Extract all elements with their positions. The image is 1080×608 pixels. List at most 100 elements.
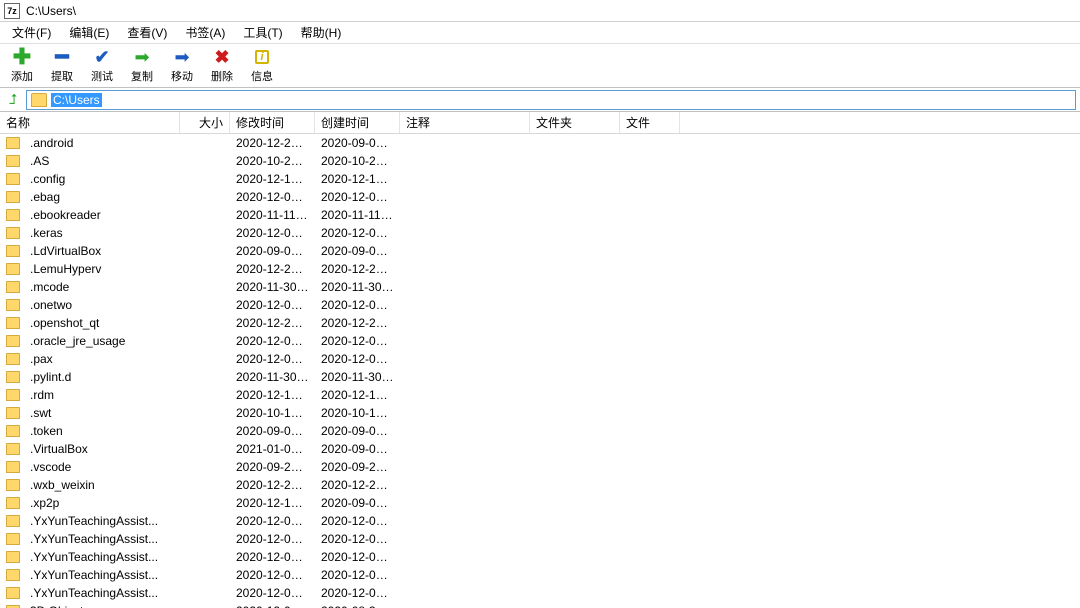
list-item[interactable]: .LdVirtualBox2020-09-02 1...2020-09-02 1… (0, 242, 1080, 260)
list-item[interactable]: .keras2020-12-04 1...2020-12-04 1... (0, 224, 1080, 242)
list-item[interactable]: .oracle_jre_usage2020-12-03 1...2020-12-… (0, 332, 1080, 350)
arrow-right-blue-icon: ➡ (174, 47, 189, 68)
item-name: .wxb_weixin (24, 478, 180, 492)
col-comment[interactable]: 注释 (400, 112, 530, 133)
item-modified: 2020-12-08 1... (230, 298, 315, 312)
add-button[interactable]: ✚ 添加 (8, 47, 36, 84)
toolbar: ✚ 添加 ━ 提取 ✔ 测试 ➡ 复制 ➡ 移动 ✖ 删除 i 信息 (0, 44, 1080, 88)
list-item[interactable]: .openshot_qt2020-12-22 1...2020-12-22 1.… (0, 314, 1080, 332)
folder-icon (6, 137, 20, 149)
list-item[interactable]: .LemuHyperv2020-12-29 1...2020-12-28 1..… (0, 260, 1080, 278)
list-item[interactable]: .vscode2020-09-22 1...2020-09-22 1... (0, 458, 1080, 476)
list-item[interactable]: .YxYunTeachingAssist...2020-12-01 1...20… (0, 530, 1080, 548)
list-item[interactable]: .pylint.d2020-11-30 1...2020-11-30 1... (0, 368, 1080, 386)
item-name: .ebag (24, 190, 180, 204)
col-size[interactable]: 大小 (180, 112, 230, 133)
item-modified: 2020-12-17 1... (230, 172, 315, 186)
item-modified: 2020-12-01 1... (230, 532, 315, 546)
col-folder[interactable]: 文件夹 (530, 112, 620, 133)
folder-icon (6, 461, 20, 473)
item-modified: 2020-10-16 1... (230, 406, 315, 420)
item-name: .swt (24, 406, 180, 420)
list-item[interactable]: .ebag2020-12-03 1...2020-12-03 1... (0, 188, 1080, 206)
col-modified[interactable]: 修改时间 (230, 112, 315, 133)
col-file[interactable]: 文件 (620, 112, 680, 133)
app-icon: 7z (4, 3, 20, 19)
item-name: .mcode (24, 280, 180, 294)
menu-view[interactable]: 查看(V) (119, 22, 175, 43)
item-modified: 2020-11-30 1... (230, 280, 315, 294)
menu-help[interactable]: 帮助(H) (293, 22, 350, 43)
folder-icon (6, 497, 20, 509)
folder-icon (6, 263, 20, 275)
list-item[interactable]: .AS2020-10-27 1...2020-10-27 1... (0, 152, 1080, 170)
path-field[interactable]: C:\Users (26, 90, 1076, 110)
file-list[interactable]: 名称 大小 修改时间 创建时间 注释 文件夹 文件 .android2020-1… (0, 112, 1080, 608)
list-item[interactable]: .YxYunTeachingAssist...2020-12-01 1...20… (0, 584, 1080, 602)
path-text: C:\Users (51, 93, 102, 107)
list-item[interactable]: .config2020-12-17 1...2020-12-17 1... (0, 170, 1080, 188)
item-modified: 2020-11-11 1... (230, 208, 315, 222)
col-name[interactable]: 名称 (0, 112, 180, 133)
list-item[interactable]: .xp2p2020-12-17 0...2020-09-02 1... (0, 494, 1080, 512)
info-label: 信息 (251, 68, 273, 84)
item-created: 2020-09-04 1... (315, 442, 400, 456)
list-item[interactable]: .android2020-12-28 1...2020-09-02 1... (0, 134, 1080, 152)
list-item[interactable]: .YxYunTeachingAssist...2020-12-01 1...20… (0, 566, 1080, 584)
info-button[interactable]: i 信息 (248, 47, 276, 84)
list-item[interactable]: 3D Objects2020-12-09 1...2020-08-31 1... (0, 602, 1080, 608)
item-name: .vscode (24, 460, 180, 474)
item-modified: 2020-12-09 1... (230, 352, 315, 366)
menu-bookmarks[interactable]: 书签(A) (177, 22, 233, 43)
item-modified: 2020-12-03 1... (230, 190, 315, 204)
list-item[interactable]: .token2020-09-08 1...2020-09-08 1... (0, 422, 1080, 440)
menu-tools[interactable]: 工具(T) (235, 22, 290, 43)
up-arrow-icon: ⮥ (9, 91, 17, 108)
item-modified: 2020-12-03 1... (230, 334, 315, 348)
list-item[interactable]: .YxYunTeachingAssist...2020-12-01 1...20… (0, 548, 1080, 566)
item-created: 2020-09-02 1... (315, 244, 400, 258)
folder-icon (6, 173, 20, 185)
plus-icon: ✚ (13, 48, 31, 66)
list-item[interactable]: .pax2020-12-09 1...2020-12-09 1... (0, 350, 1080, 368)
item-created: 2020-10-16 1... (315, 406, 400, 420)
item-name: .VirtualBox (24, 442, 180, 456)
item-created: 2020-12-09 1... (315, 352, 400, 366)
test-button[interactable]: ✔ 测试 (88, 47, 116, 84)
item-name: .YxYunTeachingAssist... (24, 514, 180, 528)
item-name: .token (24, 424, 180, 438)
item-name: .rdm (24, 388, 180, 402)
item-modified: 2020-10-27 1... (230, 154, 315, 168)
item-name: .ebookreader (24, 208, 180, 222)
menu-file[interactable]: 文件(F) (4, 22, 59, 43)
list-item[interactable]: .VirtualBox2021-01-05 1...2020-09-04 1..… (0, 440, 1080, 458)
titlebar[interactable]: 7z C:\Users\ (0, 0, 1080, 22)
list-item[interactable]: .ebookreader2020-11-11 1...2020-11-11 1.… (0, 206, 1080, 224)
item-created: 2020-10-27 1... (315, 154, 400, 168)
item-modified: 2020-12-09 1... (230, 604, 315, 608)
folder-icon (31, 93, 47, 107)
delete-button[interactable]: ✖ 删除 (208, 47, 236, 84)
item-modified: 2020-12-28 1... (230, 136, 315, 150)
arrow-right-green-icon: ➡ (134, 47, 149, 68)
list-item[interactable]: .swt 2020-10-16 1...2020-10-16 1... (0, 404, 1080, 422)
list-item[interactable]: .onetwo2020-12-08 1...2020-12-08 1... (0, 296, 1080, 314)
up-button[interactable]: ⮥ (4, 91, 22, 109)
list-item[interactable]: .mcode2020-11-30 1...2020-11-30 1... (0, 278, 1080, 296)
item-created: 2020-12-17 1... (315, 172, 400, 186)
list-item[interactable]: .wxb_weixin2020-12-29 1...2020-12-29 1..… (0, 476, 1080, 494)
item-modified: 2020-12-04 1... (230, 226, 315, 240)
list-item[interactable]: .YxYunTeachingAssist...2020-12-01 1...20… (0, 512, 1080, 530)
menu-edit[interactable]: 编辑(E) (61, 22, 117, 43)
list-item[interactable]: .rdm2020-12-17 1...2020-12-17 1... (0, 386, 1080, 404)
extract-button[interactable]: ━ 提取 (48, 47, 76, 84)
move-button[interactable]: ➡ 移动 (168, 47, 196, 84)
check-icon: ✔ (94, 47, 109, 68)
col-created[interactable]: 创建时间 (315, 112, 400, 133)
item-modified: 2020-09-08 1... (230, 424, 315, 438)
item-modified: 2020-12-17 1... (230, 388, 315, 402)
item-created: 2020-11-30 1... (315, 370, 400, 384)
item-modified: 2020-12-22 1... (230, 316, 315, 330)
folder-icon (6, 317, 20, 329)
copy-button[interactable]: ➡ 复制 (128, 47, 156, 84)
